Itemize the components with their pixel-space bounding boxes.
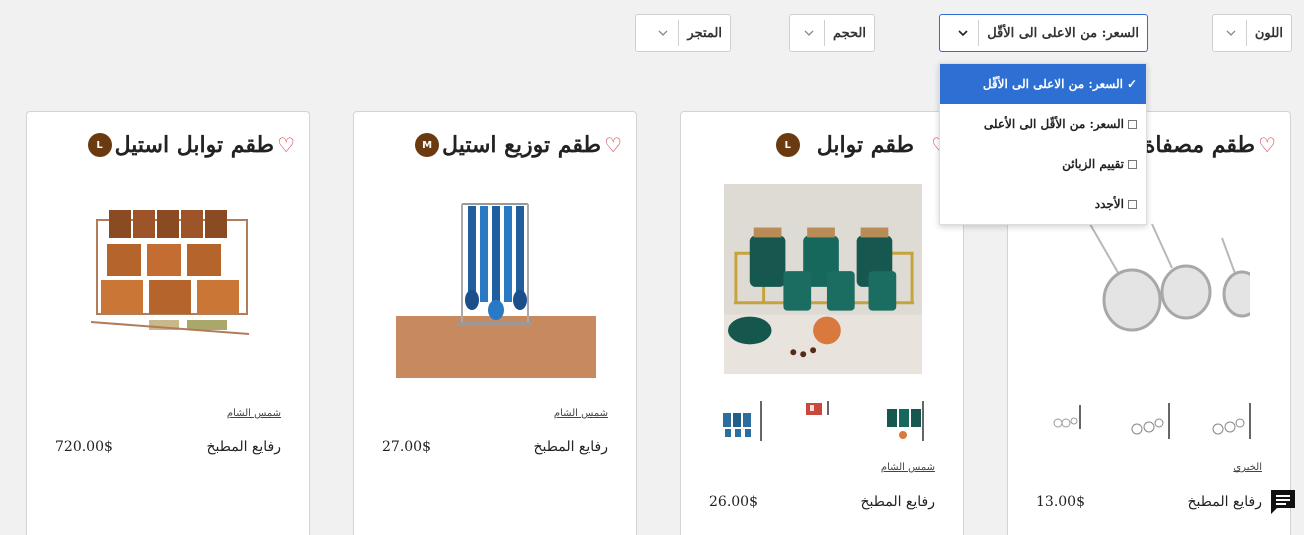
product-title-row: ♡ طقم توابل L: [775, 132, 949, 158]
sort-option-label: الأجدد: [1094, 197, 1124, 211]
store-link[interactable]: الخيري: [1233, 462, 1262, 473]
filter-price-sort[interactable]: السعر: من الاعلى الى الأقّل: [939, 14, 1148, 52]
heart-icon[interactable]: ♡: [604, 135, 622, 155]
product-image[interactable]: [396, 184, 596, 378]
sort-option-price-desc[interactable]: ✓ السعر: من الاعلى الى الأقّل: [940, 64, 1146, 104]
product-category: رفايع المطبخ: [1187, 494, 1262, 510]
product-image[interactable]: [69, 184, 269, 378]
product-thumbnails: [721, 398, 925, 444]
product-badge: L: [775, 133, 800, 157]
product-price: 720.00$: [55, 439, 113, 455]
sort-option-newest[interactable]: الأجدد: [940, 184, 1146, 224]
product-title-row: ♡ طقم مصفاة: [1144, 132, 1276, 158]
sort-option-label: السعر: من الاعلى الى الأقّل: [982, 77, 1123, 91]
filter-divider: [678, 20, 680, 46]
product-category: رفايع المطبخ: [206, 439, 281, 455]
product-category: رفايع المطبخ: [860, 494, 935, 510]
chat-icon[interactable]: [1268, 487, 1298, 517]
product-card[interactable]: ♡ طقم توابل L: [680, 111, 964, 535]
chevron-down-icon: [648, 30, 678, 36]
check-icon: ✓: [1126, 77, 1137, 91]
thumbnail[interactable]: [802, 399, 844, 443]
product-badge: M: [415, 133, 440, 157]
product-thumbnails: [1048, 398, 1252, 444]
checkbox[interactable]: [1128, 199, 1137, 209]
store-link[interactable]: شمس الشام: [554, 408, 608, 419]
product-title: طقم مصفاة: [1143, 132, 1256, 158]
product-title: طقم توابل استيل: [114, 132, 275, 158]
store-link[interactable]: شمس الشام: [881, 462, 935, 473]
product-price: 13.00$: [1036, 494, 1085, 510]
thumbnail[interactable]: [1048, 399, 1090, 443]
product-category: رفايع المطبخ: [533, 439, 608, 455]
filter-divider: [823, 20, 825, 46]
sort-option-rating[interactable]: تقييم الزبائن: [940, 144, 1146, 184]
sort-option-label: السعر: من الأقّل الى الأعلى: [983, 117, 1124, 131]
store-link[interactable]: شمس الشام: [227, 408, 281, 419]
chevron-down-icon: [794, 30, 824, 36]
thumbnail[interactable]: [883, 399, 925, 443]
chevron-down-icon: [948, 30, 978, 36]
product-title-row: ♡ طقم توابل استيل L: [87, 132, 295, 158]
checkbox[interactable]: [1128, 159, 1137, 169]
product-image[interactable]: [723, 184, 923, 376]
filter-size[interactable]: الحجم: [789, 14, 875, 52]
filter-size-label: الحجم: [832, 25, 866, 41]
filter-store[interactable]: المتجر: [635, 14, 731, 52]
heart-icon[interactable]: ♡: [277, 135, 295, 155]
thumbnail[interactable]: [1129, 399, 1171, 443]
product-price: 26.00$: [709, 494, 758, 510]
thumbnail[interactable]: [721, 399, 763, 443]
heart-icon[interactable]: ♡: [1258, 135, 1276, 155]
product-title-row: ♡ طقم توزيع استيل M: [415, 132, 622, 158]
product-title: طقم توابل: [816, 132, 915, 158]
filter-color[interactable]: اللون: [1212, 14, 1292, 52]
product-card[interactable]: ♡ طقم توزيع استيل M شمس الشام رفايع المط…: [353, 111, 637, 535]
chevron-down-icon: [1216, 30, 1246, 36]
filter-store-label: المتجر: [687, 25, 722, 41]
product-title: طقم توزيع استيل: [442, 132, 602, 158]
filter-divider: [978, 20, 980, 46]
product-card[interactable]: ♡ طقم توابل استيل L شمس الشام رفايع المط…: [26, 111, 310, 535]
filter-divider: [1245, 20, 1247, 46]
sort-option-price-asc[interactable]: السعر: من الأقّل الى الأعلى: [940, 104, 1146, 144]
sort-dropdown: ✓ السعر: من الاعلى الى الأقّل السعر: من …: [939, 63, 1147, 225]
filter-price-label: السعر: من الاعلى الى الأقّل: [987, 25, 1139, 41]
product-price: 27.00$: [382, 439, 431, 455]
sort-option-label: تقييم الزبائن: [1062, 157, 1124, 171]
filter-color-label: اللون: [1254, 25, 1283, 41]
thumbnail[interactable]: [1210, 399, 1252, 443]
checkbox[interactable]: [1128, 119, 1137, 129]
product-badge: L: [87, 133, 112, 157]
